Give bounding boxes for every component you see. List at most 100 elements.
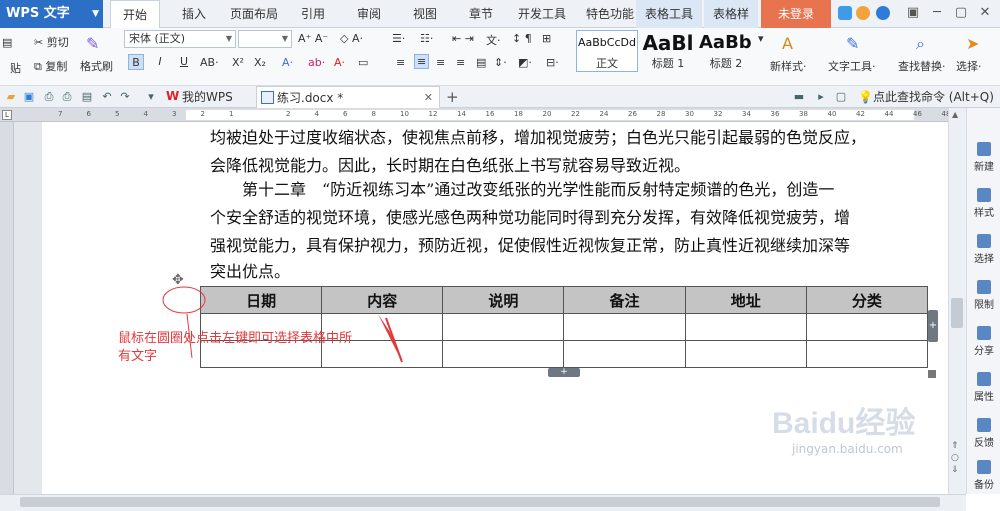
save-icon[interactable]: ▣ bbox=[22, 90, 36, 104]
horizontal-ruler[interactable]: 7 6 5 4 3 2 1 2 4 6 8 10 12 14 16 18 20 22 24 26 28 30 32 34 36 3… bbox=[0, 108, 966, 122]
command-search[interactable]: 💡点此查找命令 (Alt+Q) bbox=[858, 86, 994, 108]
style-heading2[interactable]: AaBb( 标题 2 bbox=[698, 30, 754, 72]
new-style-icon[interactable]: A bbox=[782, 34, 793, 53]
page-nav-icons[interactable]: ⇑ ○ ⇓ bbox=[951, 440, 959, 476]
tab-developer[interactable]: 开发工具 bbox=[510, 0, 574, 28]
highlight-icon[interactable]: ab· bbox=[308, 56, 325, 69]
find-replace-icon[interactable]: ⌕ bbox=[916, 34, 925, 54]
undo-icon[interactable]: ↶ bbox=[100, 90, 114, 104]
styles-more-icon[interactable]: ▾ bbox=[758, 32, 764, 45]
tab-home[interactable]: 开始 bbox=[110, 0, 160, 29]
bold-button[interactable]: B bbox=[128, 54, 144, 70]
tab-chapter[interactable]: 章节 bbox=[458, 0, 504, 28]
ribbon-toggle-icon[interactable]: ▣ bbox=[902, 3, 924, 23]
app-menu-button[interactable]: WPS 文字 ▼ bbox=[0, 0, 103, 28]
sort-icon[interactable]: ↕ ¶ bbox=[512, 32, 532, 45]
user-icon[interactable] bbox=[856, 6, 870, 20]
vertical-ruler[interactable] bbox=[0, 122, 14, 494]
paste-icon[interactable]: ▤ bbox=[2, 36, 12, 49]
print-preview-icon[interactable]: ⎙ bbox=[42, 90, 56, 104]
select-label: 选择 bbox=[956, 60, 978, 73]
distribute-icon[interactable]: ▤ bbox=[476, 56, 486, 69]
side-label: 样式 bbox=[974, 208, 994, 219]
font-color-icon[interactable]: A· bbox=[334, 56, 345, 69]
horizontal-scroll-thumb[interactable] bbox=[20, 497, 940, 507]
shading-icon[interactable]: ◩· bbox=[518, 56, 532, 69]
bullet-list-icon[interactable]: ☰· bbox=[392, 32, 405, 45]
text-tools-button[interactable]: 文字工具· bbox=[828, 58, 876, 74]
clear-format-icon[interactable]: ◇ A· bbox=[340, 32, 363, 45]
style-normal[interactable]: AaBbCcDd 正文 bbox=[576, 30, 638, 72]
tab-table-style[interactable]: 表格样 bbox=[704, 0, 758, 28]
close-icon[interactable]: ✕ bbox=[974, 3, 996, 23]
side-feedback-button[interactable]: 反馈 bbox=[967, 418, 1000, 449]
minimize-panel-icon[interactable]: ▬ bbox=[792, 90, 806, 104]
help-icon[interactable] bbox=[876, 6, 890, 20]
italic-button[interactable]: I bbox=[152, 54, 168, 70]
doc-view-icon[interactable]: ▸ bbox=[814, 90, 828, 104]
new-style-button[interactable]: 新样式· bbox=[770, 58, 807, 74]
tab-insert[interactable]: 插入 bbox=[166, 0, 222, 28]
restore-icon[interactable]: ▢ bbox=[834, 90, 848, 104]
numbered-list-icon[interactable]: ☷· bbox=[420, 32, 433, 45]
underline-button[interactable]: U bbox=[176, 54, 192, 70]
side-backup-button[interactable]: 备份 bbox=[967, 460, 1000, 491]
font-name-select[interactable]: 宋体 (正文) ▼ bbox=[124, 30, 236, 48]
format-painter-button[interactable]: 格式刷 bbox=[80, 58, 113, 74]
grow-font-icon[interactable]: A⁺ A⁻ bbox=[298, 32, 328, 45]
borders-icon[interactable]: ⊟· bbox=[546, 56, 559, 69]
justify-icon[interactable]: ≡ bbox=[456, 56, 465, 69]
side-restrict-button[interactable]: 限制 bbox=[967, 280, 1000, 311]
skin-icon[interactable] bbox=[838, 6, 852, 20]
tab-page-layout[interactable]: 页面布局 bbox=[222, 0, 286, 28]
side-properties-button[interactable]: 属性 bbox=[967, 372, 1000, 403]
vertical-scroll-thumb[interactable] bbox=[951, 298, 963, 328]
tab-review[interactable]: 审阅 bbox=[346, 0, 392, 28]
brush-icon[interactable]: ✎ bbox=[86, 34, 99, 53]
select-button[interactable]: 选择· bbox=[956, 58, 982, 74]
document-page[interactable]: 均被迫处于过度收缩状态，使视焦点前移，增加视觉疲劳；白色光只能引起最弱的色觉反应… bbox=[42, 122, 948, 494]
find-replace-button[interactable]: 查找替换· bbox=[898, 58, 946, 74]
redo-icon[interactable]: ↷ bbox=[118, 90, 132, 104]
line-spacing-icon[interactable]: ⇕· bbox=[494, 56, 507, 69]
customize-qa-icon[interactable]: ▾ bbox=[144, 90, 158, 104]
tab-my-wps[interactable]: W 我的WPS bbox=[162, 86, 252, 108]
tab-features[interactable]: 特色功能 bbox=[578, 0, 642, 28]
paste-label[interactable]: 贴 bbox=[10, 60, 21, 76]
export-pdf-icon[interactable]: ▤ bbox=[80, 90, 94, 104]
maximize-icon[interactable]: ▢ bbox=[950, 3, 972, 23]
indent-icon[interactable]: ⇤ ⇥ bbox=[452, 32, 474, 45]
align-right-icon[interactable]: ≡ bbox=[436, 56, 445, 69]
chinese-layout-icon[interactable]: 文· bbox=[486, 32, 501, 48]
new-tab-icon[interactable]: + bbox=[446, 86, 459, 108]
login-button[interactable]: 未登录 bbox=[761, 0, 831, 28]
side-styles-button[interactable]: 样式 bbox=[967, 188, 1000, 219]
scroll-up-icon[interactable]: ▲ bbox=[952, 110, 958, 119]
print-icon[interactable]: ⎙ bbox=[60, 90, 74, 104]
style-heading1[interactable]: AaBl 标题 1 bbox=[640, 30, 696, 72]
side-select-button[interactable]: 选择 bbox=[967, 234, 1000, 265]
copy-button[interactable]: ⧉ 复制 bbox=[34, 58, 67, 74]
table-grid-icon[interactable]: ⊞ bbox=[542, 32, 551, 45]
align-left-icon[interactable]: ≡ bbox=[396, 56, 405, 69]
close-tab-icon[interactable]: ✕ bbox=[424, 87, 433, 109]
strikethrough-icon[interactable]: AB· bbox=[200, 56, 219, 69]
tab-references[interactable]: 引用 bbox=[290, 0, 336, 28]
align-center-icon[interactable]: ≡ bbox=[414, 54, 430, 69]
cut-button[interactable]: ✂ 剪切 bbox=[34, 34, 69, 50]
side-share-button[interactable]: 分享 bbox=[967, 326, 1000, 357]
text-effect-icon[interactable]: A· bbox=[282, 56, 293, 69]
text-tools-icon[interactable]: ✎ bbox=[846, 34, 859, 53]
select-cursor-icon[interactable]: ➤ bbox=[966, 34, 979, 53]
minimize-icon[interactable]: ─ bbox=[926, 3, 948, 23]
tab-stop-icon[interactable]: L bbox=[2, 110, 12, 120]
open-folder-icon[interactable]: ▰ bbox=[4, 90, 18, 104]
font-size-select[interactable]: ▼ bbox=[238, 30, 292, 48]
side-new-button[interactable]: 新建 bbox=[967, 142, 1000, 173]
char-border-icon[interactable]: ▭ bbox=[358, 56, 368, 69]
superscript-icon[interactable]: X² bbox=[232, 56, 244, 69]
subscript-icon[interactable]: X₂ bbox=[254, 56, 266, 69]
tab-view[interactable]: 视图 bbox=[402, 0, 448, 28]
tab-current-doc[interactable]: 练习.docx * ✕ bbox=[256, 86, 440, 108]
tab-table-tools[interactable]: 表格工具 bbox=[636, 0, 702, 28]
